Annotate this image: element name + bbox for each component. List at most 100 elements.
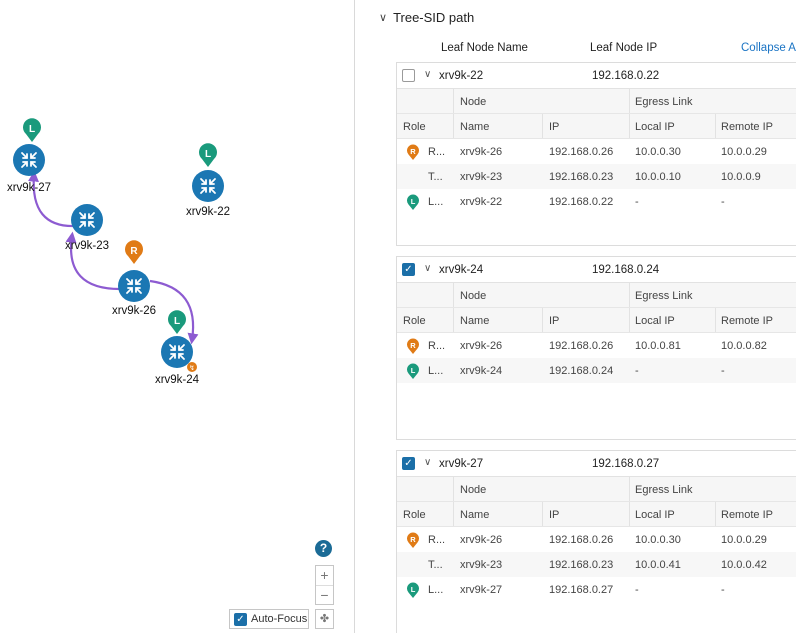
local-ip-cell: 10.0.0.81 xyxy=(635,340,681,352)
node-label-xrv9k-24: xrv9k-24 xyxy=(154,374,200,386)
table-row[interactable]: L L... xrv9k-24 192.168.0.24 - - xyxy=(397,358,796,383)
name-cell: xrv9k-22 xyxy=(460,196,503,208)
fit-view-button[interactable]: ✤ xyxy=(315,609,334,629)
role-column-header[interactable]: Role xyxy=(403,509,426,521)
leaf-ip: 192.168.0.24 xyxy=(592,264,660,276)
router-icon-xrv9k-22 xyxy=(191,169,225,203)
leaf-card-xrv9k-24: ✓ ∨ xrv9k-24 192.168.0.24 Node Egress Link Rol… xyxy=(396,256,796,440)
tree-sid-path-header[interactable]: ∨ Tree-SID path xyxy=(379,10,474,25)
table-row[interactable]: L L... xrv9k-27 192.168.0.27 - - xyxy=(397,577,796,602)
role-cell: L... xyxy=(428,365,444,377)
svg-text:L: L xyxy=(411,366,416,375)
leaf-name: xrv9k-22 xyxy=(439,70,484,82)
leaf-marker-icon: L xyxy=(407,582,419,598)
name-column-header[interactable]: Name xyxy=(460,315,489,327)
ip-cell: 192.168.0.26 xyxy=(549,146,614,158)
local-ip-column-header[interactable]: Local IP xyxy=(635,121,675,133)
remote-ip-column-header[interactable]: Remote IP xyxy=(721,509,773,521)
table-row[interactable]: T... xrv9k-23 192.168.0.23 10.0.0.10 10.0.0.… xyxy=(397,164,796,189)
svg-text:L: L xyxy=(29,124,35,135)
remote-ip-column-header[interactable]: Remote IP xyxy=(721,121,773,133)
ip-cell: 192.168.0.27 xyxy=(549,584,614,596)
node-label-xrv9k-26: xrv9k-26 xyxy=(111,305,157,317)
name-cell: xrv9k-24 xyxy=(460,365,503,377)
table-row[interactable]: R R... xrv9k-26 192.168.0.26 10.0.0.30 10.0.0… xyxy=(397,139,796,164)
router-icon-xrv9k-26 xyxy=(117,269,151,303)
help-icon[interactable]: ? xyxy=(315,540,332,557)
role-cell: T... xyxy=(428,171,443,183)
remote-ip-cell: 10.0.0.9 xyxy=(721,171,761,183)
root-marker-icon: R xyxy=(407,338,419,354)
ip-cell: 192.168.0.23 xyxy=(549,559,614,571)
ip-cell: 192.168.0.26 xyxy=(549,534,614,546)
leaf-checkbox[interactable]: ✓ xyxy=(402,457,415,470)
chevron-down-icon[interactable]: ∨ xyxy=(424,69,431,80)
leaf-node-name-header: Leaf Node Name xyxy=(441,42,528,54)
local-ip-column-header[interactable]: Local IP xyxy=(635,509,675,521)
svg-text:R: R xyxy=(130,246,138,257)
name-column-header[interactable]: Name xyxy=(460,121,489,133)
autofocus-label: Auto-Focus xyxy=(251,613,308,625)
svg-text:L: L xyxy=(411,197,416,206)
table-column-header: Role Name IP Local IP Remote IP xyxy=(397,308,796,333)
leaf-row[interactable]: ✓ ∨ xrv9k-24 192.168.0.24 xyxy=(397,257,796,283)
local-ip-cell: - xyxy=(635,584,639,596)
topology-canvas: L L R L ↯ xyxy=(12,118,225,372)
zoom-in-button[interactable]: + xyxy=(316,566,333,585)
egress-link-header: Egress Link xyxy=(635,484,693,496)
panel-divider[interactable] xyxy=(354,0,355,633)
local-ip-cell: 10.0.0.30 xyxy=(635,146,681,158)
root-marker-icon: R xyxy=(407,144,419,160)
table-group-header: Node Egress Link xyxy=(397,283,796,308)
local-ip-column-header[interactable]: Local IP xyxy=(635,315,675,327)
leaf-checkbox[interactable] xyxy=(402,69,415,82)
name-column-header[interactable]: Name xyxy=(460,509,489,521)
ip-cell: 192.168.0.26 xyxy=(549,340,614,352)
leaf-ip: 192.168.0.27 xyxy=(592,458,660,470)
autofocus-toggle[interactable]: ✓ Auto-Focus xyxy=(229,609,309,629)
ip-cell: 192.168.0.24 xyxy=(549,365,614,377)
svg-text:R: R xyxy=(410,535,416,544)
leaf-row[interactable]: ∨ xrv9k-22 192.168.0.22 xyxy=(397,63,796,89)
ip-column-header[interactable]: IP xyxy=(549,315,559,327)
svg-text:L: L xyxy=(411,585,416,594)
role-cell: L... xyxy=(428,196,444,208)
table-row[interactable]: R R... xrv9k-26 192.168.0.26 10.0.0.30 10.0.0… xyxy=(397,527,796,552)
local-ip-cell: 10.0.0.30 xyxy=(635,534,681,546)
table-row[interactable]: L L... xrv9k-22 192.168.0.22 - - xyxy=(397,189,796,214)
root-marker-icon: R xyxy=(407,532,419,548)
role-column-header[interactable]: Role xyxy=(403,121,426,133)
root-marker-icon: R xyxy=(125,240,143,264)
name-cell: xrv9k-27 xyxy=(460,584,503,596)
egress-link-header: Egress Link xyxy=(635,290,693,302)
role-column-header[interactable]: Role xyxy=(403,315,426,327)
node-label-xrv9k-22: xrv9k-22 xyxy=(185,206,231,218)
ip-column-header[interactable]: IP xyxy=(549,509,559,521)
autofocus-checkbox[interactable]: ✓ xyxy=(234,612,247,626)
router-icon-xrv9k-27 xyxy=(12,143,46,177)
svg-text:R: R xyxy=(410,147,416,156)
leaf-row[interactable]: ✓ ∨ xrv9k-27 192.168.0.27 xyxy=(397,451,796,477)
leaf-card-xrv9k-22: ∨ xrv9k-22 192.168.0.22 Node Egress Link Role… xyxy=(396,62,796,246)
tree-sid-path-title: Tree-SID path xyxy=(393,10,475,25)
leaf-checkbox[interactable]: ✓ xyxy=(402,263,415,276)
collapse-all-link[interactable]: Collapse A xyxy=(741,42,796,54)
remote-ip-cell: - xyxy=(721,365,725,377)
ip-cell: 192.168.0.22 xyxy=(549,196,614,208)
zoom-out-button[interactable]: − xyxy=(316,585,333,604)
table-row[interactable]: T... xrv9k-23 192.168.0.23 10.0.0.41 10.0.0.… xyxy=(397,552,796,577)
role-cell: R... xyxy=(428,146,446,158)
crosshair-icon: ✤ xyxy=(319,613,330,625)
table-column-header: Role Name IP Local IP Remote IP xyxy=(397,114,796,139)
table-row[interactable]: R R... xrv9k-26 192.168.0.26 10.0.0.81 10.0.0… xyxy=(397,333,796,358)
remote-ip-column-header[interactable]: Remote IP xyxy=(721,315,773,327)
topology-map[interactable]: L L R L ↯ xrv9k-27 xrv9k-22 xrv9k-23 xrv9k-… xyxy=(0,0,354,633)
leaf-marker-icon: L xyxy=(407,194,419,210)
role-cell: R... xyxy=(428,340,446,352)
svg-text:L: L xyxy=(174,316,180,327)
ip-column-header[interactable]: IP xyxy=(549,121,559,133)
leaf-name: xrv9k-27 xyxy=(439,458,484,470)
chevron-down-icon[interactable]: ∨ xyxy=(424,263,431,274)
remote-ip-cell: - xyxy=(721,584,725,596)
chevron-down-icon[interactable]: ∨ xyxy=(424,457,431,468)
